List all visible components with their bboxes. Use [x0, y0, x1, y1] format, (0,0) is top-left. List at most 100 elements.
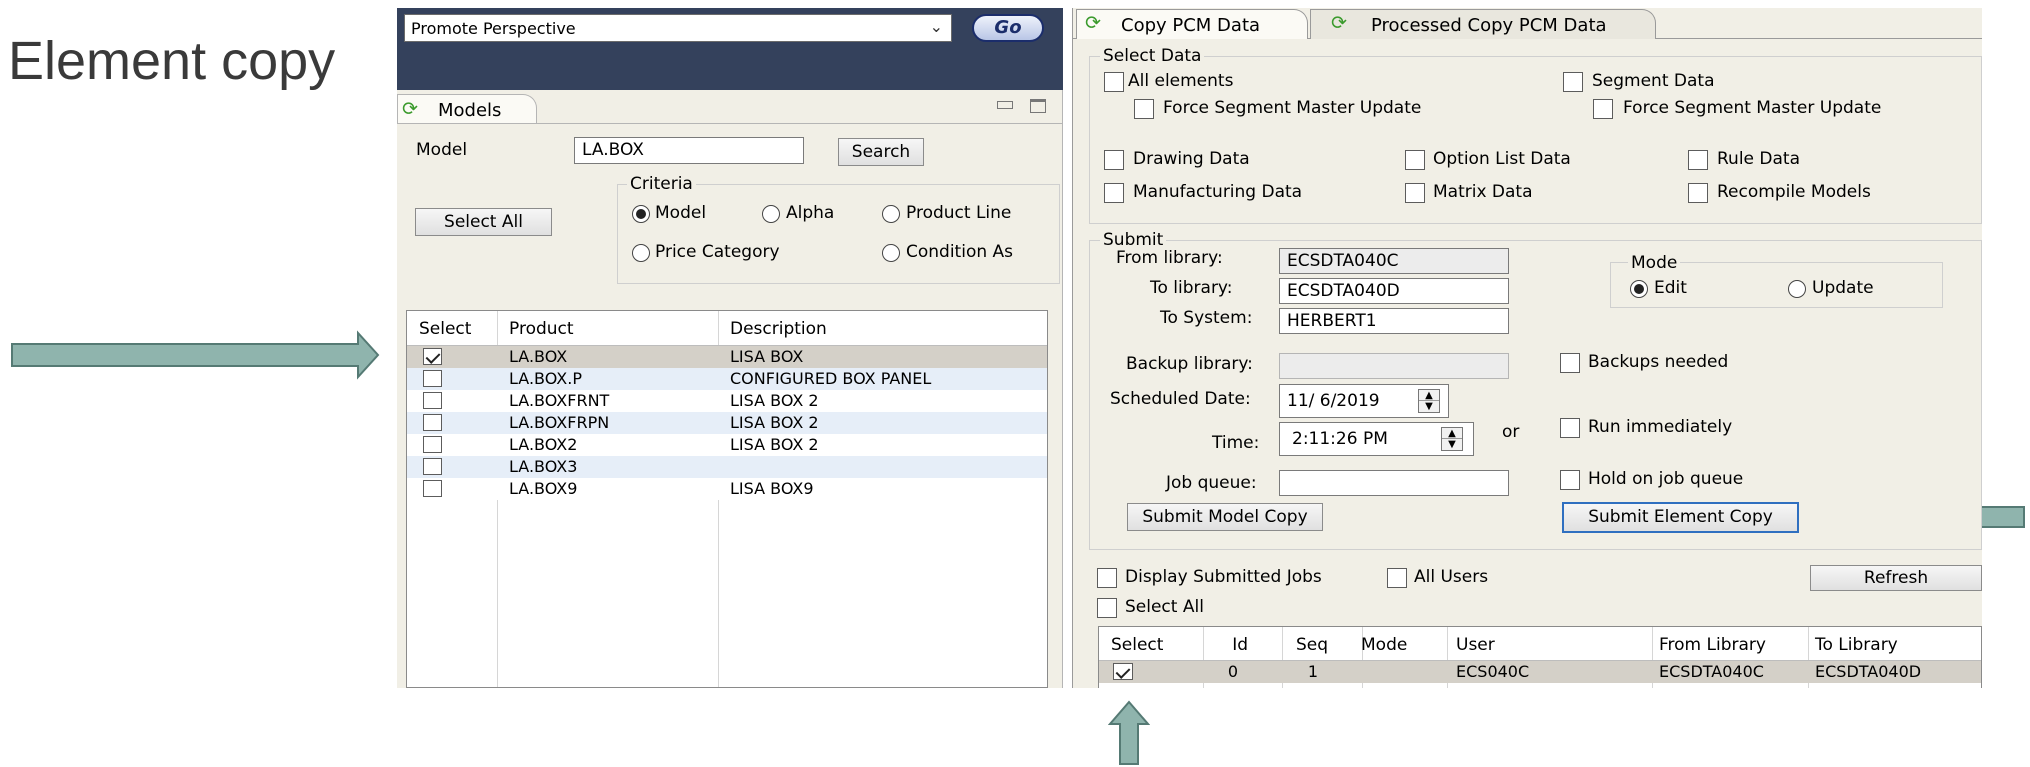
- segment-data-checkbox[interactable]: [1563, 72, 1583, 92]
- models-divider: [397, 123, 1063, 124]
- to-system-field[interactable]: HERBERT1: [1279, 308, 1509, 334]
- perspective-select[interactable]: Promote Perspective ⌄: [404, 14, 952, 42]
- job-cell-from-library: ECSDTA040C: [1659, 662, 1764, 681]
- criteria-model-label: Model: [655, 203, 707, 223]
- jobs-header-cell: Select: [1111, 635, 1164, 655]
- to-system-value: HERBERT1: [1287, 311, 1377, 331]
- row-description: LISA BOX 2: [730, 435, 819, 454]
- submit-element-copy-button[interactable]: Submit Element Copy: [1562, 502, 1799, 533]
- drawing-data-label: Drawing Data: [1133, 149, 1250, 169]
- force-segment-master-update-label: Force Segment Master Update: [1163, 98, 1422, 118]
- search-button[interactable]: Search: [838, 138, 924, 166]
- recompile-models-checkbox[interactable]: [1688, 183, 1708, 203]
- job-cell-id: 0: [1227, 662, 1238, 681]
- criteria-product-line-radio[interactable]: [882, 205, 900, 223]
- mode-edit-label: Edit: [1654, 278, 1687, 298]
- from-library-field[interactable]: ECSDTA040C: [1279, 248, 1509, 274]
- option-list-data-label: Option List Data: [1433, 149, 1571, 169]
- job-select-checkbox[interactable]: [1113, 663, 1133, 680]
- backups-needed-checkbox[interactable]: [1560, 353, 1580, 373]
- submit-model-copy-label: Submit Model Copy: [1142, 507, 1308, 527]
- row-description: LISA BOX 2: [730, 391, 819, 410]
- model-label: Model: [416, 140, 468, 160]
- jobs-row[interactable]: 0 1 ECS040C ECSDTA040C ECSDTA040D: [1099, 661, 1981, 683]
- time-spinner[interactable]: ▲ ▼: [1441, 427, 1463, 451]
- jobs-header-cell: To Library: [1815, 635, 1898, 655]
- row-select-checkbox[interactable]: [423, 458, 442, 475]
- job-cell-seq: 1: [1307, 662, 1318, 681]
- minimize-icon[interactable]: [997, 101, 1013, 109]
- criteria-price-category-radio[interactable]: [632, 244, 650, 262]
- header-product: Product: [509, 319, 574, 339]
- row-select-checkbox[interactable]: [423, 392, 442, 409]
- row-product: LA.BOX2: [509, 435, 578, 454]
- drawing-data-checkbox[interactable]: [1104, 150, 1124, 170]
- rule-data-checkbox[interactable]: [1688, 150, 1708, 170]
- display-submitted-jobs-checkbox[interactable]: [1097, 568, 1117, 588]
- table-row[interactable]: LA.BOX2 LISA BOX 2: [407, 434, 1047, 456]
- all-elements-checkbox[interactable]: [1104, 72, 1124, 92]
- hold-on-job-queue-checkbox[interactable]: [1560, 470, 1580, 490]
- slide-title: Element copy: [8, 31, 336, 91]
- force-segment-master-update-2-checkbox[interactable]: [1593, 99, 1613, 119]
- criteria-group: [617, 184, 1060, 284]
- time-value: 2:11:26 PM: [1292, 429, 1388, 449]
- job-queue-field[interactable]: [1279, 470, 1509, 496]
- job-cell-user: ECS040C: [1456, 662, 1530, 681]
- jobs-header-cell: Seq: [1295, 635, 1328, 655]
- row-select-checkbox[interactable]: [423, 436, 442, 453]
- tab-copy-pcm-data-label: Copy PCM Data: [1121, 15, 1261, 36]
- row-product: LA.BOXFRNT: [509, 391, 610, 410]
- select-all-button[interactable]: Select All: [415, 208, 552, 236]
- row-product: LA.BOX3: [509, 457, 578, 476]
- jobs-select-all-checkbox[interactable]: [1097, 598, 1117, 618]
- criteria-alpha-radio[interactable]: [762, 205, 780, 223]
- table-row[interactable]: LA.BOXFRNT LISA BOX 2: [407, 390, 1047, 412]
- chevron-down-icon: ⌄: [929, 17, 943, 36]
- matrix-data-label: Matrix Data: [1433, 182, 1533, 202]
- go-button[interactable]: Go: [972, 14, 1044, 42]
- mode-edit-radio[interactable]: [1630, 280, 1648, 298]
- row-select-checkbox[interactable]: [423, 414, 442, 431]
- all-users-checkbox[interactable]: [1387, 568, 1407, 588]
- matrix-data-checkbox[interactable]: [1405, 183, 1425, 203]
- recompile-models-label: Recompile Models: [1717, 182, 1871, 202]
- run-immediately-label: Run immediately: [1588, 417, 1733, 437]
- manufacturing-data-checkbox[interactable]: [1104, 183, 1124, 203]
- model-input[interactable]: LA.BOX: [574, 137, 804, 164]
- scheduled-date-spinner[interactable]: ▲ ▼: [1418, 389, 1440, 413]
- maximize-icon[interactable]: [1030, 99, 1046, 113]
- submit-model-copy-button[interactable]: Submit Model Copy: [1127, 503, 1323, 531]
- refresh-icon: ⟳: [1331, 12, 1347, 34]
- select-data-title: Select Data: [1100, 46, 1205, 66]
- criteria-model-radio[interactable]: [632, 205, 650, 223]
- search-button-label: Search: [851, 142, 911, 162]
- to-library-field[interactable]: ECSDTA040D: [1279, 278, 1509, 304]
- tab-copy-pcm-data[interactable]: ⟳ Copy PCM Data: [1076, 9, 1308, 39]
- table-row[interactable]: LA.BOX LISA BOX: [407, 346, 1047, 368]
- run-immediately-checkbox[interactable]: [1560, 418, 1580, 438]
- or-label: or: [1502, 422, 1520, 442]
- models-tab[interactable]: ⟳ Models: [397, 94, 537, 124]
- mode-update-radio[interactable]: [1788, 280, 1806, 298]
- model-input-value: LA.BOX: [582, 140, 644, 160]
- hold-on-job-queue-label: Hold on job queue: [1588, 469, 1744, 489]
- submit-title: Submit: [1100, 230, 1167, 250]
- row-select-checkbox[interactable]: [423, 480, 442, 497]
- time-label: Time:: [1212, 433, 1260, 453]
- table-row[interactable]: LA.BOXFRPN LISA BOX 2: [407, 412, 1047, 434]
- table-row[interactable]: LA.BOX9 LISA BOX9: [407, 478, 1047, 500]
- refresh-icon: ⟳: [1085, 12, 1101, 34]
- row-select-checkbox[interactable]: [423, 348, 442, 365]
- refresh-button[interactable]: Refresh: [1810, 565, 1982, 591]
- go-label: Go: [994, 17, 1022, 38]
- row-select-checkbox[interactable]: [423, 370, 442, 387]
- criteria-condition-as-radio[interactable]: [882, 244, 900, 262]
- table-row[interactable]: LA.BOX.P CONFIGURED BOX PANEL: [407, 368, 1047, 390]
- tab-processed-copy-pcm-data[interactable]: ⟳ Processed Copy PCM Data: [1310, 9, 1656, 39]
- option-list-data-checkbox[interactable]: [1405, 150, 1425, 170]
- table-row[interactable]: LA.BOX3: [407, 456, 1047, 478]
- jobs-header-cell: From Library: [1659, 635, 1766, 655]
- backup-library-field[interactable]: [1279, 353, 1509, 379]
- force-segment-master-update-checkbox[interactable]: [1134, 99, 1154, 119]
